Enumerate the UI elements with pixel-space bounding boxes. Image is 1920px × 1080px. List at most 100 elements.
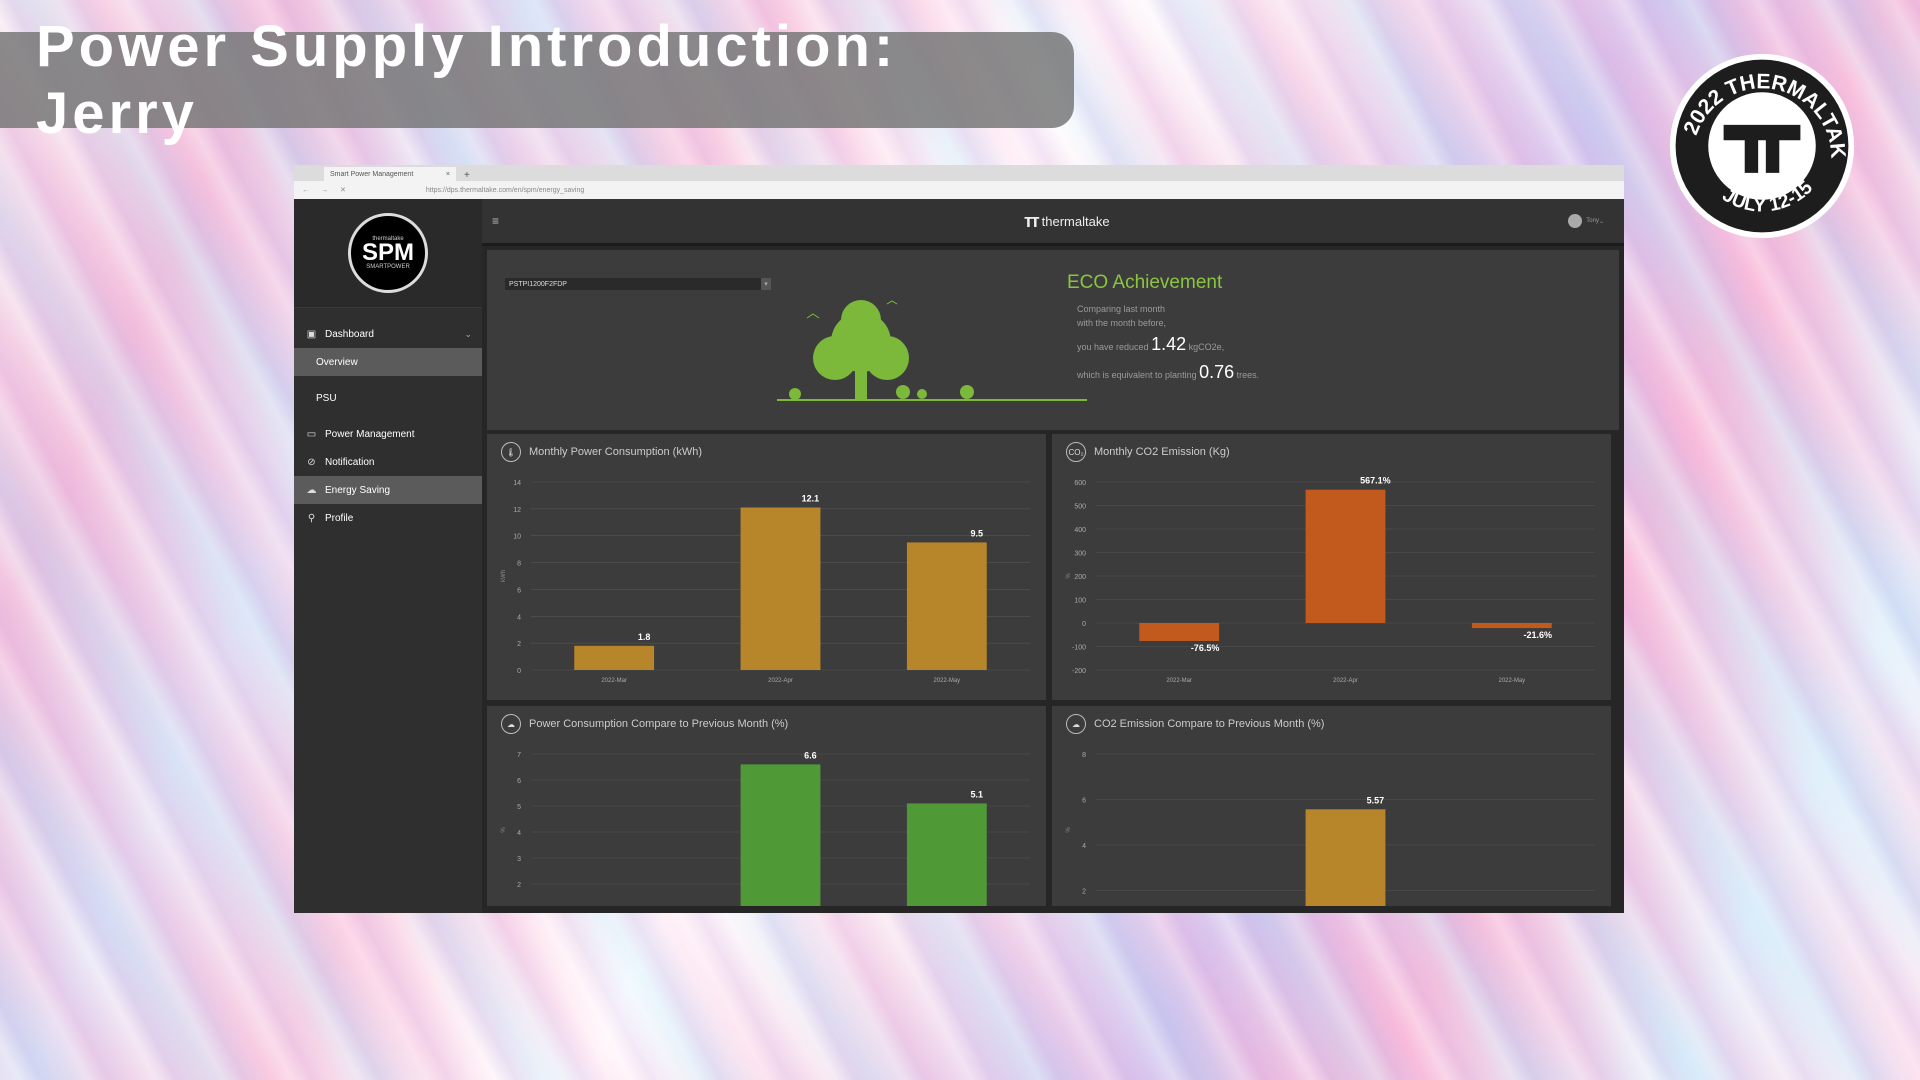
y-tick-label: 4	[1082, 843, 1086, 850]
y-tick-label: 200	[1074, 574, 1086, 581]
sidebar-item-label: Notification	[325, 456, 375, 468]
logo-sub: SMARTPOWER	[366, 264, 410, 270]
sidebar-item-notification[interactable]: ⊘ Notification	[294, 448, 482, 476]
sidebar-item-label: PSU	[316, 392, 337, 404]
top-bar: ≡ ᴛᴛ thermaltake Tony ⌄	[482, 199, 1624, 246]
close-icon[interactable]: ×	[446, 171, 450, 178]
sidebar-nav: ▣ Dashboard ⌄ Overview PSU ▭ Power Manag…	[294, 320, 482, 532]
avatar	[1568, 214, 1583, 228]
main-content: ≡ ᴛᴛ thermaltake Tony ⌄ PSTPI1200F2FDP ▾	[482, 199, 1624, 913]
bar	[740, 507, 821, 670]
y-tick-label: 7	[517, 752, 521, 759]
eco-reduced-prefix: you have reduced	[1077, 342, 1149, 352]
y-tick-label: 6	[517, 587, 521, 594]
panel-monthly-co2: CO₂ Monthly CO2 Emission (Kg) -200 -100 0 1…	[1052, 434, 1611, 700]
browser-window: Smart Power Management × + ← → ✕ https:/…	[294, 165, 1624, 913]
sidebar-item-dashboard[interactable]: ▣ Dashboard ⌄	[294, 320, 482, 348]
title-banner: Power Supply Introduction: Jerry	[0, 14, 1074, 146]
y-tick-label: 4	[517, 830, 521, 837]
eco-reduced-line: you have reduced 1.42 kgCO2e,	[1077, 334, 1224, 355]
data-label: 6.6	[804, 750, 817, 760]
panel-monthly-power: 🌡 Monthly Power Consumption (kWh) 0 2 4 6 8 1…	[487, 434, 1046, 700]
chart-grid: 🌡 Monthly Power Consumption (kWh) 0 2 4 6 8 1…	[487, 434, 1619, 913]
data-label: 567.1%	[1360, 476, 1391, 486]
top-brand-text: thermaltake	[1041, 213, 1110, 229]
data-label: -76.5%	[1191, 643, 1220, 653]
eco-title: ECO Achievement	[1067, 272, 1223, 293]
y-tick-label: 3	[517, 856, 521, 863]
sidebar-item-label: Energy Saving	[325, 484, 391, 496]
new-tab-icon[interactable]: +	[464, 170, 470, 181]
eco-line-1: Comparing last month	[1077, 304, 1166, 314]
hamburger-menu-icon[interactable]: ≡	[492, 214, 499, 228]
device-select[interactable]: PSTPI1200F2FDP ▾	[505, 278, 771, 290]
data-label: 5.1	[970, 789, 983, 799]
x-tick-label: 2022-Mar	[601, 678, 627, 684]
x-tick-label: 2022-Mar	[1166, 678, 1192, 684]
y-tick-label: 0	[1082, 621, 1086, 628]
data-label: -21.6%	[1523, 630, 1552, 640]
sidebar-item-power-management[interactable]: ▭ Power Management	[294, 420, 482, 448]
y-axis-label: kWh	[501, 570, 507, 582]
y-tick-label: 500	[1074, 504, 1086, 511]
panel-title: ☁ CO2 Emission Compare to Previous Month…	[1066, 714, 1324, 734]
bar	[1139, 623, 1220, 641]
sidebar-item-psu[interactable]: PSU	[294, 384, 482, 412]
y-tick-label: 2	[517, 882, 521, 889]
y-tick-label: 300	[1074, 551, 1086, 558]
panel-title-text: CO2 Emission Compare to Previous Month (…	[1094, 718, 1325, 730]
eco-reduced-unit: kgCO2e,	[1188, 342, 1225, 352]
y-tick-label: 6	[517, 778, 521, 785]
user-menu[interactable]: Tony ⌄	[1568, 214, 1604, 228]
tree-illustration	[777, 300, 1087, 401]
url-text: https://dps.thermaltake.com/en/spm/energ…	[425, 186, 585, 194]
sidebar-item-overview[interactable]: Overview	[294, 348, 482, 376]
y-tick-label: -100	[1072, 645, 1086, 652]
panel-power-compare: ☁ Power Consumption Compare to Previous …	[487, 706, 1046, 913]
stop-icon[interactable]: ✕	[340, 186, 346, 194]
logo-text: SPM	[361, 239, 414, 266]
back-icon[interactable]: ←	[302, 187, 309, 194]
bar	[740, 764, 821, 913]
panel-title: ☁ Power Consumption Compare to Previous …	[501, 714, 788, 734]
y-tick-label: 2	[517, 641, 521, 648]
chart-co2-compare: 02468%5.57	[1066, 752, 1595, 913]
browser-tab-strip: Smart Power Management × +	[294, 165, 1624, 181]
sidebar-item-profile[interactable]: ⚲ Profile	[294, 504, 482, 532]
device-select-value: PSTPI1200F2FDP	[509, 280, 567, 288]
data-label: 12.1	[802, 494, 820, 504]
top-brand: ᴛᴛ thermaltake	[1024, 211, 1110, 232]
eco-trees-value: 0.76	[1199, 362, 1235, 382]
sidebar-item-label: Power Management	[325, 428, 415, 440]
x-tick-label: 2022-May	[1498, 678, 1525, 684]
sidebar-item-label: Dashboard	[325, 328, 374, 340]
y-tick-label: 8	[1082, 752, 1086, 759]
chart-power-compare: 2 3 4 5 6 7% 6.6 5.1	[501, 750, 1030, 913]
thermaltake-logo-icon: ᴛᴛ	[1024, 210, 1040, 231]
sidebar: thermaltake SPM SMARTPOWER ▣ Dashboard ⌄…	[294, 199, 482, 913]
user-name: Tony	[1586, 218, 1599, 224]
y-tick-label: 400	[1074, 527, 1086, 534]
bar	[906, 803, 987, 913]
y-tick-label: 14	[513, 480, 521, 487]
app-shell: thermaltake SPM SMARTPOWER ▣ Dashboard ⌄…	[294, 199, 1624, 913]
sidebar-item-energy-saving[interactable]: ☁ Energy Saving	[294, 476, 482, 504]
forward-icon[interactable]: →	[321, 187, 328, 194]
eco-reduced-value: 1.42	[1151, 334, 1187, 354]
browser-tab-title: Smart Power Management	[330, 170, 414, 178]
expo-badge-logo: 2022 THERMALTAKE EXPO JULY 12-15	[1666, 50, 1855, 239]
address-bar[interactable]: ← → ✕ https://dps.thermaltake.com/en/spm…	[294, 181, 1624, 200]
x-tick-label: 2022-Apr	[1333, 678, 1358, 684]
cloud-icon: ☁	[501, 714, 521, 734]
chevron-down-icon: ▾	[761, 278, 771, 290]
logo-area: thermaltake SPM SMARTPOWER	[294, 199, 482, 308]
y-tick-label: 5	[517, 804, 521, 811]
eco-trees-prefix: which is equivalent to planting	[1077, 370, 1197, 380]
leaf-icon: ☁	[306, 484, 317, 496]
eco-line-2: with the month before,	[1077, 318, 1167, 328]
spm-logo[interactable]: thermaltake SPM SMARTPOWER	[348, 213, 428, 293]
browser-tab[interactable]: Smart Power Management ×	[324, 167, 456, 181]
bar	[1305, 489, 1386, 623]
bar	[1305, 809, 1386, 913]
y-tick-label: 600	[1074, 480, 1086, 487]
